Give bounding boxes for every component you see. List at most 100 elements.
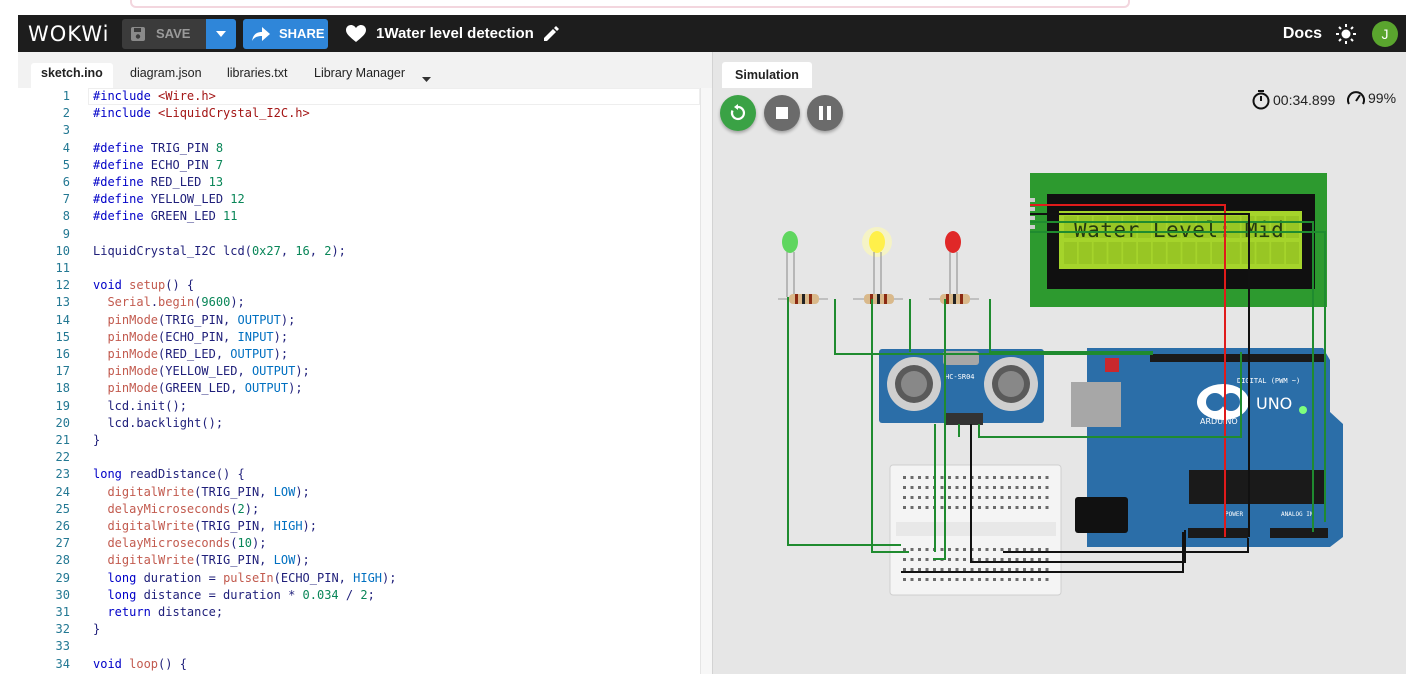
save-options-button[interactable] — [206, 18, 236, 49]
project-title[interactable]: 1Water level detection — [376, 25, 534, 42]
code-text: return distance; — [107, 605, 224, 619]
code-area[interactable]: 1 #include <Wire.h> 2 #include <LiquidCryst… — [18, 88, 698, 674]
pause-simulation-button[interactable] — [807, 95, 843, 131]
stop-simulation-button[interactable] — [764, 95, 800, 131]
code-line[interactable]: 29 long duration = pulseIn(ECHO_PIN, HIG… — [18, 570, 698, 587]
code-line[interactable]: 19 lcd.init(); — [18, 398, 698, 415]
docs-link[interactable]: Docs — [1283, 25, 1322, 43]
heart-icon[interactable] — [346, 24, 366, 44]
code-line[interactable]: 13 Serial.begin(9600); — [18, 294, 698, 311]
line-number: 25 — [55, 501, 70, 516]
power-label: POWER — [1225, 511, 1243, 518]
line-number: 13 — [55, 295, 70, 310]
code-line[interactable]: 33 — [18, 638, 698, 655]
tab-simulation[interactable]: Simulation — [722, 62, 812, 88]
yellow-led[interactable] — [862, 227, 892, 297]
line-number: 21 — [55, 433, 70, 447]
code-line[interactable]: 7 #define YELLOW_LED 12 — [18, 191, 698, 208]
code-line[interactable]: 2 #include <LiquidCrystal_I2C.h> — [18, 105, 698, 122]
tab-libraries-txt[interactable]: libraries.txt — [227, 66, 287, 88]
code-line[interactable]: 4 #define TRIG_PIN 8 — [18, 140, 698, 157]
code-line[interactable]: 10 LiquidCrystal_I2C lcd(0x27, 16, 2); — [18, 243, 698, 260]
browser-strip — [0, 0, 1411, 15]
board-brand: ARDUINO — [1200, 417, 1238, 426]
resistors[interactable] — [778, 294, 979, 304]
line-number: 8 — [62, 209, 70, 224]
code-line[interactable]: 23 long readDistance() { — [18, 466, 698, 483]
code-line[interactable]: 25 delayMicroseconds(2); — [18, 501, 698, 518]
line-number: 27 — [55, 536, 70, 551]
line-number: 2 — [62, 106, 70, 121]
code-line[interactable]: 16 pinMode(RED_LED, OUTPUT); — [18, 346, 698, 363]
code-line[interactable]: 24 digitalWrite(TRIG_PIN, LOW); — [18, 484, 698, 501]
code-line[interactable]: 27 delayMicroseconds(10); — [18, 535, 698, 552]
tab-diagram-json[interactable]: diagram.json — [130, 66, 202, 88]
code-line[interactable]: 8 #define GREEN_LED 11 — [18, 208, 698, 225]
analog-label: ANALOG IN — [1281, 511, 1314, 518]
code-line[interactable]: 21} — [18, 432, 698, 449]
line-number: 12 — [55, 278, 70, 293]
code-line[interactable]: 32} — [18, 621, 698, 638]
circuit-canvas[interactable]: Water Level: Mid HC-SR04 UNO ARDUINO DIG… — [713, 52, 1407, 674]
line-number: 3 — [62, 123, 70, 138]
code-line[interactable]: 22 — [18, 449, 698, 466]
restart-simulation-button[interactable] — [720, 95, 756, 131]
code-line[interactable]: 15 pinMode(ECHO_PIN, INPUT); — [18, 329, 698, 346]
code-line[interactable]: 17 pinMode(YELLOW_LED, OUTPUT); — [18, 363, 698, 380]
code-line[interactable]: 14 pinMode(TRIG_PIN, OUTPUT); — [18, 312, 698, 329]
code-text: #define YELLOW_LED 12 — [93, 192, 245, 207]
code-line[interactable]: 3 — [18, 122, 698, 139]
code-line[interactable]: 28 digitalWrite(TRIG_PIN, LOW); — [18, 552, 698, 569]
code-text: lcd.backlight(); — [93, 415, 224, 430]
code-line[interactable]: 1 #include <Wire.h> — [18, 88, 698, 105]
code-line[interactable]: 31 return distance; — [18, 604, 698, 621]
code-line[interactable]: 34 void loop() { — [18, 656, 698, 673]
code-line[interactable]: 26 digitalWrite(TRIG_PIN, HIGH); — [18, 518, 698, 535]
code-text: #define RED_LED 13 — [93, 175, 224, 189]
red-led[interactable] — [945, 231, 961, 297]
code-text: delayMicroseconds(10); — [107, 536, 267, 551]
line-number: 17 — [55, 364, 70, 379]
code-text: digitalWrite(TRIG_PIN, HIGH); — [107, 519, 317, 533]
green-led[interactable] — [782, 231, 798, 297]
code-line[interactable]: 12 void setup() { — [18, 277, 698, 294]
code-line[interactable]: 30 long distance = duration * 0.034 / 2; — [18, 587, 698, 604]
editor-scrollbar[interactable] — [700, 88, 712, 674]
line-number: 31 — [55, 605, 70, 619]
code-text: #include <LiquidCrystal_I2C.h> — [93, 106, 310, 121]
tab-sketch-ino[interactable]: sketch.ino — [31, 63, 113, 88]
line-number: 19 — [55, 398, 70, 413]
arduino-uno[interactable]: UNO ARDUINO DIGITAL (PWM ~) ANALOG IN PO… — [1071, 348, 1343, 547]
code-line[interactable]: 9 — [18, 226, 698, 243]
tab-library-manager[interactable]: Library Manager — [314, 66, 405, 88]
line-number: 32 — [55, 622, 70, 637]
line-number: 23 — [55, 467, 70, 482]
chevron-down-icon — [216, 30, 226, 37]
line-number: 34 — [55, 656, 70, 671]
share-label: SHARE — [279, 26, 325, 41]
code-line[interactable]: 5 #define ECHO_PIN 7 — [18, 157, 698, 174]
line-number: 9 — [62, 226, 70, 241]
code-text: pinMode(RED_LED, OUTPUT); — [107, 347, 289, 361]
save-button[interactable]: SAVE — [122, 18, 206, 49]
code-line[interactable]: 20 lcd.backlight(); — [18, 415, 698, 432]
save-icon — [131, 26, 145, 41]
sun-icon[interactable] — [1336, 23, 1356, 44]
line-number: 22 — [55, 450, 70, 465]
tabs-menu-chevron-icon[interactable] — [422, 69, 431, 87]
top-bar: WOKWi SAVE SHARE 1Water level detection … — [18, 15, 1406, 52]
line-number: 7 — [62, 192, 70, 207]
pencil-icon[interactable] — [542, 25, 560, 43]
line-number: 16 — [55, 347, 70, 361]
lcd-display[interactable]: Water Level: Mid — [1030, 173, 1327, 307]
code-line[interactable]: 6 #define RED_LED 13 — [18, 174, 698, 191]
share-button[interactable]: SHARE — [243, 18, 328, 49]
code-line[interactable]: 11 — [18, 260, 698, 277]
code-text: } — [93, 622, 101, 637]
ultrasonic-sensor[interactable]: HC-SR04 — [879, 349, 1044, 425]
code-line[interactable]: 18 pinMode(GREEN_LED, OUTPUT); — [18, 380, 698, 397]
breadboard[interactable] — [889, 464, 1062, 596]
wokwi-logo[interactable]: WOKWi — [28, 22, 110, 46]
user-avatar[interactable]: J — [1372, 20, 1398, 47]
pink-banner-edge — [130, 0, 1130, 8]
